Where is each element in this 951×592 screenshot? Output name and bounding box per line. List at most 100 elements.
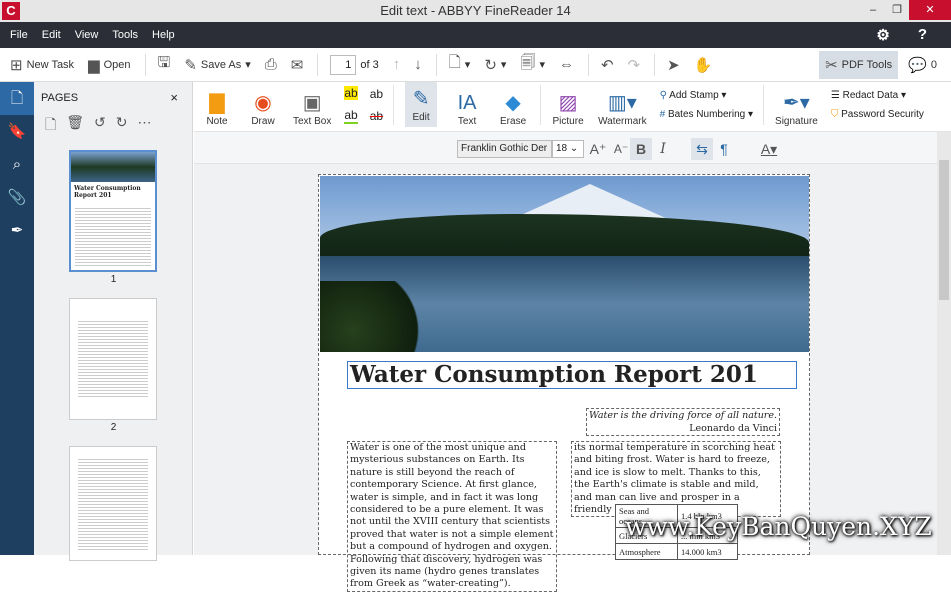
page-thumbnail-3[interactable] [69, 446, 157, 561]
close-panel-button[interactable]: × [170, 82, 178, 114]
underline-button[interactable]: ab [344, 108, 358, 124]
search-icon[interactable]: ⌕ [0, 148, 34, 181]
highlight-button[interactable]: ab [344, 85, 358, 100]
text-button[interactable]: IA Text [451, 90, 483, 127]
save-icon: 🖫 [157, 54, 171, 71]
close-button[interactable]: ✕ [909, 0, 951, 20]
decrease-font-icon[interactable]: A⁻ [610, 138, 632, 160]
insert-text-button[interactable]: ab [370, 87, 383, 101]
menu-view[interactable]: View [75, 29, 99, 41]
line-spacing-icon[interactable]: ⇆ [691, 138, 713, 160]
page-count: of 3 [360, 58, 379, 71]
rotate-left-icon[interactable]: ↺ [94, 114, 106, 136]
print-button[interactable]: ⎙ [265, 56, 277, 73]
table-row: Atmosphere 14.000 km3 [615, 543, 738, 560]
watermark-icon: ▥▾ [607, 92, 637, 114]
menu-tools[interactable]: Tools [112, 29, 138, 41]
lake-photo[interactable] [320, 176, 809, 352]
paragraph-icon[interactable]: ¶ [713, 138, 735, 160]
bold-button[interactable]: B [630, 138, 652, 160]
draw-icon: ◉ [254, 92, 272, 114]
main-toolbar: ⊞ New Task ▆ Open 🖫 ✎ Save As ▾ ⎙ ✉ 1 of 3 ↑… [0, 48, 951, 82]
compare-button[interactable]: ⇔ [559, 56, 574, 73]
edit-button[interactable]: ✎ Edit [405, 82, 438, 127]
pages-icon[interactable]: 🗋 [0, 82, 34, 115]
more-icon[interactable]: ⋯ [138, 114, 152, 136]
strikethrough-button[interactable]: ab [370, 109, 383, 123]
note-button[interactable]: ▇ Note [201, 90, 233, 127]
quote-block[interactable]: Water is the driving force of all nature… [585, 408, 780, 436]
edit-icon: ✎ [412, 88, 430, 110]
delete-icon[interactable]: 🗑 [66, 114, 84, 136]
select-tool-button[interactable]: ➤ [667, 56, 680, 74]
bates-numbering-button[interactable]: # Bates Numbering ▾ [660, 109, 753, 120]
document-title[interactable]: Water Consumption Report 201 [347, 361, 797, 389]
rotate-button[interactable]: ↻ ▾ [484, 56, 506, 74]
picture-label: Picture [552, 116, 584, 127]
font-size-value: 18 [556, 143, 568, 154]
redact-data-button[interactable]: ☰ Redact Data ▾ [831, 90, 924, 101]
rotate-right-icon[interactable]: ↻ [116, 114, 128, 136]
undo-button[interactable]: ↶ [601, 56, 614, 74]
erase-button[interactable]: ◆ Erase [497, 90, 529, 127]
signature-button[interactable]: ✒▾ Signature [775, 90, 818, 127]
picture-button[interactable]: ▨ Picture [552, 90, 584, 127]
font-size-select[interactable]: 18 ⌄ [552, 140, 584, 158]
menu-help[interactable]: Help [152, 29, 175, 41]
add-page-button[interactable]: 🗋 ▾ [449, 52, 471, 77]
tools-icon: ✂ [825, 56, 838, 74]
save-button[interactable]: 🖫 [158, 52, 171, 77]
password-label: Password Security [841, 108, 924, 120]
hand-icon: ✋ [693, 56, 713, 74]
menu-file[interactable]: File [10, 29, 28, 41]
next-page-button[interactable]: ↓ [414, 56, 422, 73]
increase-font-icon[interactable]: A⁺ [587, 138, 609, 160]
text-box-label: Text Box [293, 116, 332, 127]
font-select[interactable]: Franklin Gothic Der ⌄ [457, 140, 552, 170]
redo-button[interactable]: ↷ [628, 56, 641, 74]
pdf-tools-button[interactable]: ✂ PDF Tools [819, 50, 899, 79]
new-task-button[interactable]: ⊞ New Task [10, 56, 74, 74]
prev-page-button[interactable]: ↑ [393, 56, 401, 73]
stamp-icon: ⚲ [659, 89, 670, 101]
page-thumbnail-2[interactable] [69, 298, 157, 420]
text-box-button[interactable]: ▣ Text Box [293, 90, 331, 127]
draw-button[interactable]: ◉ Draw [247, 90, 279, 127]
recognize-button[interactable]: 🗐 ▾ [520, 52, 545, 77]
folder-icon: ▆ [88, 56, 100, 74]
gear-icon[interactable]: ⚙ [876, 26, 889, 44]
minimize-button[interactable]: – [861, 0, 885, 22]
scrollbar-thumb[interactable] [939, 160, 949, 300]
text-box-icon: ▣ [302, 92, 322, 114]
bookmark-icon[interactable]: 🔖 [0, 115, 34, 148]
hand-tool-button[interactable]: ✋ [694, 56, 713, 74]
save-as-icon: ✎ [184, 56, 197, 74]
open-label: Open [103, 58, 131, 71]
text-column-1[interactable]: Water is one of the most unique and myst… [347, 441, 557, 592]
watermark-button[interactable]: ▥▾ Watermark [598, 90, 647, 127]
table-cell: Atmosphere [615, 543, 678, 560]
password-security-button[interactable]: ⛉ Password Security [831, 109, 924, 120]
menu-edit[interactable]: Edit [42, 29, 61, 41]
add-page-icon[interactable]: 🗋 [45, 114, 56, 136]
page-number-input[interactable]: 1 [330, 54, 357, 75]
vertical-scrollbar[interactable] [937, 132, 951, 555]
pdf-tools-label: PDF Tools [841, 58, 893, 71]
page-thumbnail-1[interactable]: Water Consumption Report 201 [69, 150, 157, 272]
add-stamp-button[interactable]: ⚲ Add Stamp ▾ [660, 90, 753, 101]
help-icon[interactable]: ? [918, 26, 927, 44]
pages-panel-title: PAGES [41, 92, 79, 104]
email-button[interactable]: ✉ [291, 56, 304, 74]
signature-icon[interactable]: ✒ [0, 214, 34, 247]
comments-button[interactable]: 💬 0 [908, 56, 937, 74]
attachment-icon[interactable]: 📎 [0, 181, 34, 214]
eraser-icon: ◆ [505, 92, 521, 114]
watermark-label: Watermark [598, 116, 647, 127]
restore-button[interactable]: ❐ [885, 0, 909, 22]
save-as-button[interactable]: ✎ Save As ▾ [184, 56, 250, 74]
add-page-icon: 🗋 [448, 54, 461, 71]
text-color-button[interactable]: A▾ [754, 138, 784, 160]
rotate-icon: ↻ [484, 56, 497, 74]
italic-button[interactable]: I [652, 138, 674, 160]
open-button[interactable]: ▆ Open [88, 56, 130, 74]
